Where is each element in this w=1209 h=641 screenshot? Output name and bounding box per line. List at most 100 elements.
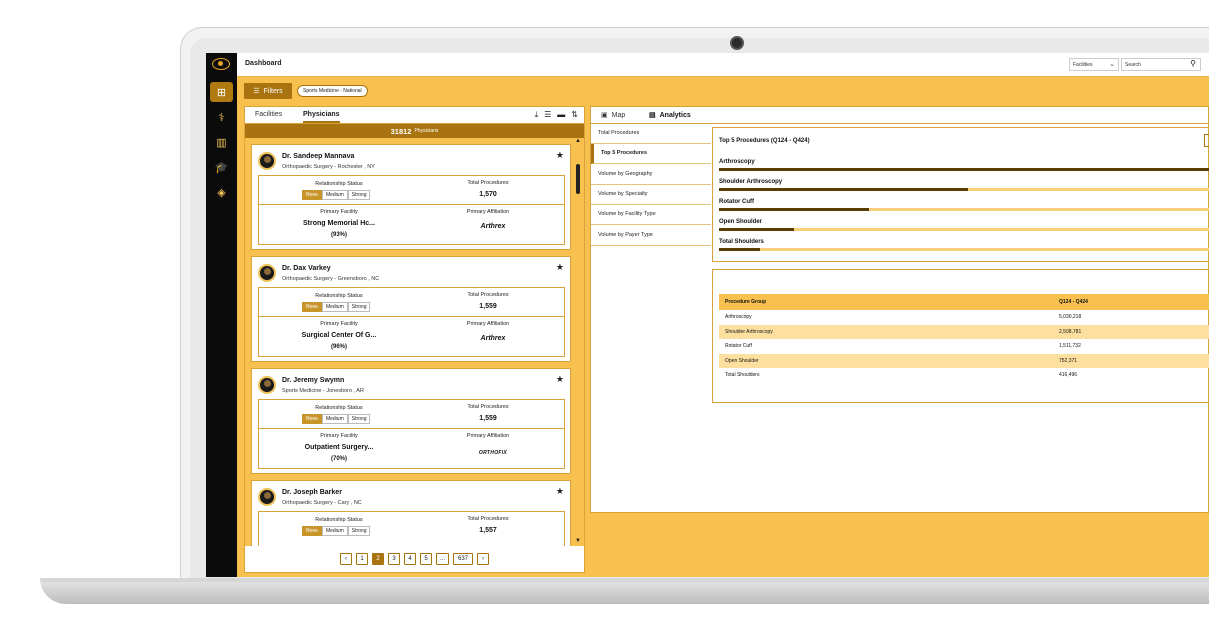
procedures-table: Procedure Group Q124 - Q424 Arthroscopy 5… — [719, 294, 1209, 383]
next-page-button[interactable]: › — [477, 553, 489, 565]
relationship-none[interactable]: None — [302, 526, 322, 536]
page-button[interactable]: 3 — [387, 553, 400, 565]
scroll-up-icon[interactable]: ▲ — [575, 138, 581, 144]
menu-volume-by-geography[interactable]: Volume by Geography — [591, 165, 711, 185]
graduation-cap-icon[interactable]: 🎓 — [210, 157, 233, 177]
download-icon[interactable]: ⤓ — [535, 110, 539, 120]
star-icon[interactable]: ★ — [556, 262, 564, 273]
relationship-status-toggle[interactable]: None Medium Strong — [302, 526, 371, 536]
chart-title: Top 5 Procedures (Q124 - Q424) — [719, 138, 810, 144]
relationship-strong[interactable]: Strong — [347, 526, 371, 536]
table-row[interactable]: Arthroscopy 5,030,218 — [719, 310, 1209, 325]
relationship-none[interactable]: None — [302, 190, 322, 200]
table-header-row: Procedure Group Q124 - Q424 — [719, 294, 1209, 310]
search-input[interactable]: Search ⚲ — [1121, 58, 1201, 71]
scrollbar-thumb[interactable] — [576, 164, 580, 194]
table-row[interactable]: Total Shoulders 416,496 — [719, 368, 1209, 383]
tab-physicians[interactable]: Physicians — [303, 111, 340, 123]
affiliation-logo: Arthrex — [480, 223, 506, 230]
primary-affiliation-label: Primary Affiliation — [466, 209, 510, 215]
tab-facilities[interactable]: Facilities — [255, 111, 282, 118]
scroll-down-icon[interactable]: ▼ — [575, 538, 581, 544]
physician-count-label: Physicians — [414, 128, 439, 134]
bar-label: Shoulder Arthroscopy — [719, 179, 783, 185]
page-button[interactable]: 4 — [403, 553, 416, 565]
total-procedures-label: Total Procedures — [467, 180, 509, 186]
physician-name[interactable]: Dr. Joseph Barker — [282, 489, 342, 496]
relationship-none[interactable]: None — [302, 302, 322, 312]
column-header-procedure-group[interactable]: Procedure Group — [719, 294, 1053, 310]
physician-card[interactable]: Dr. Jeremy Swymn Sports Medicine - Jones… — [251, 368, 571, 474]
star-icon[interactable]: ★ — [556, 486, 564, 497]
search-icon[interactable]: ⚲ — [1190, 59, 1196, 68]
buildings-icon[interactable]: ▥ — [210, 132, 233, 152]
facility-type-select[interactable]: Facilities ⌄ — [1069, 58, 1119, 71]
relationship-medium[interactable]: Medium — [321, 190, 348, 200]
relationship-none[interactable]: None — [302, 414, 322, 424]
physician-card[interactable]: Dr. Sandeep Mannava Orthopaedic Surgery … — [251, 144, 571, 250]
menu-volume-by-facility-type[interactable]: Volume by Facility Type — [591, 205, 711, 225]
physician-card[interactable]: Dr. Joseph Barker Orthopaedic Surgery - … — [251, 480, 571, 546]
panel-footer-band — [590, 513, 1209, 573]
bar[interactable] — [719, 208, 869, 211]
menu-volume-by-payer-type[interactable]: Volume by Payer Type — [591, 226, 711, 246]
primary-facility-value[interactable]: Outpatient Surgery... — [279, 444, 399, 451]
table-row[interactable]: Rotator Cuff 1,511,732 — [719, 339, 1209, 354]
page-button[interactable]: 5 — [419, 553, 432, 565]
physician-name[interactable]: Dr. Dax Varkey — [282, 265, 331, 272]
star-icon[interactable]: ★ — [556, 150, 564, 161]
filters-button[interactable]: ☰ Filters — [244, 83, 292, 99]
bar[interactable] — [719, 188, 968, 191]
primary-facility-value[interactable]: Surgical Center Of G... — [279, 332, 399, 339]
relationship-strong[interactable]: Strong — [347, 302, 371, 312]
relationship-medium[interactable]: Medium — [321, 302, 348, 312]
physician-details: Relationship Status None Medium Strong T… — [258, 511, 565, 546]
page-button[interactable]: 1 — [355, 553, 368, 565]
avatar — [258, 488, 276, 506]
app-screen: ⊞ ⚕ ▥ 🎓 ◈ Dashboard Facilities ⌄ Search … — [206, 53, 1209, 577]
relationship-strong[interactable]: Strong — [347, 414, 371, 424]
sort-icon[interactable]: ⇅ — [571, 110, 578, 120]
relationship-medium[interactable]: Medium — [321, 414, 348, 424]
tab-map[interactable]: ▣ Map — [601, 111, 625, 120]
primary-facility-label: Primary Facility — [320, 209, 358, 215]
total-procedures-value: 1,559 — [479, 415, 497, 422]
physician-cards: Dr. Sandeep Mannava Orthopaedic Surgery … — [245, 138, 584, 546]
primary-facility-value[interactable]: Strong Memorial Hc... — [279, 220, 399, 227]
relationship-status-toggle[interactable]: None Medium Strong — [302, 414, 371, 424]
last-page-button[interactable]: 637 — [453, 553, 473, 565]
list-view-icon[interactable]: ☰ — [544, 110, 551, 120]
laptop-mockup: ⊞ ⚕ ▥ 🎓 ◈ Dashboard Facilities ⌄ Search … — [0, 0, 1209, 641]
star-icon[interactable]: ★ — [556, 374, 564, 385]
list-tabs: Facilities Physicians ⤓ ☰ ▬ ⇅ — [245, 107, 584, 124]
card-view-icon[interactable]: ▬ — [557, 110, 565, 120]
prev-page-button[interactable]: ‹ — [339, 553, 352, 565]
active-filter-chip[interactable]: Sports Medicine - National — [297, 85, 368, 97]
physician-specialty: Sports Medicine - Jonesboro , AR — [282, 388, 364, 394]
table-row[interactable]: Open Shoulder 752,371 — [719, 353, 1209, 368]
physician-card[interactable]: Dr. Dax Varkey Orthopaedic Surgery - Gre… — [251, 256, 571, 362]
table-row[interactable]: Shoulder Arthroscopy 2,508,781 — [719, 324, 1209, 339]
relationship-medium[interactable]: Medium — [321, 526, 348, 536]
divider — [259, 204, 564, 205]
menu-top-5-procedures[interactable]: Top 5 Procedures — [591, 144, 711, 164]
relationship-status-toggle[interactable]: None Medium Strong — [302, 302, 371, 312]
brand-logo-icon[interactable] — [212, 58, 230, 70]
bar[interactable] — [719, 168, 1209, 171]
page-button-current[interactable]: 2 — [371, 553, 384, 565]
tab-analytics[interactable]: ▤ Analytics — [649, 111, 691, 120]
menu-volume-by-specialty[interactable]: Volume by Specialty — [591, 185, 711, 205]
physician-name[interactable]: Dr. Jeremy Swymn — [282, 377, 344, 384]
primary-affiliation-label: Primary Affiliation — [466, 433, 510, 439]
stethoscope-icon[interactable]: ⚕ — [210, 107, 233, 127]
bar[interactable] — [719, 228, 794, 231]
physician-name[interactable]: Dr. Sandeep Mannava — [282, 153, 354, 160]
menu-total-procedures[interactable]: Total Procedures — [591, 124, 711, 144]
grid-icon[interactable]: ⊞ — [210, 82, 233, 102]
shield-icon[interactable]: ◈ — [210, 182, 233, 202]
relationship-status-toggle[interactable]: None Medium Strong — [302, 190, 371, 200]
bar[interactable] — [719, 248, 760, 251]
column-header-period[interactable]: Q124 - Q424 — [1053, 294, 1209, 310]
relationship-strong[interactable]: Strong — [347, 190, 371, 200]
chart-options-button[interactable] — [1204, 134, 1209, 147]
